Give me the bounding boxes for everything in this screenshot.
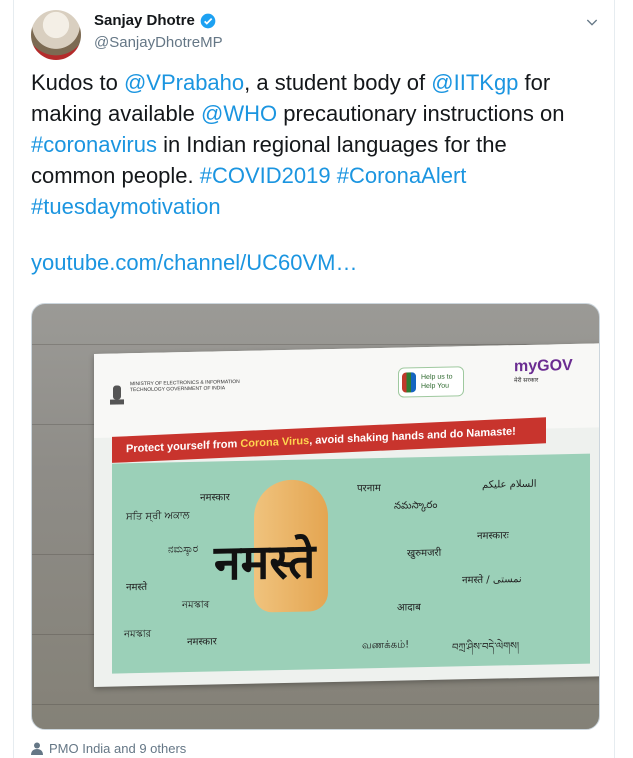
mygov-subtext: मेरी सरकार: [514, 377, 539, 385]
chevron-down-icon[interactable]: [584, 14, 600, 30]
main-greeting: नमस्ते: [214, 533, 316, 592]
banner-post: , avoid shaking hands and do Namaste!: [309, 425, 516, 447]
greeting-word: ਸਤਿ ਸ੍ਰੀ ਅਕਾਲ: [126, 509, 190, 523]
greeting-word: नमस्कार: [200, 492, 230, 504]
greeting-word: नमस्कारः: [477, 530, 509, 542]
tweet-entity-link[interactable]: #coronavirus: [31, 132, 157, 157]
greeting-word: བཀྲ་ཤིས་བདེ་ལེགས།: [452, 641, 520, 654]
tweet-entity-link[interactable]: @VPrabaho: [124, 70, 244, 95]
author-row: Sanjay Dhotre: [94, 12, 216, 29]
greeting-word: ನಮಸ್ಕಾರ: [168, 543, 199, 556]
greeting-word: नमस्कार: [187, 636, 217, 649]
tweet-entity-link[interactable]: @WHO: [201, 101, 277, 126]
helpus-text: Help us to Help You: [421, 373, 453, 391]
hands-logo-icon: [402, 372, 416, 393]
greeting-word: السلام عليكم: [482, 478, 537, 491]
greeting-word: खुरुमजरी: [407, 547, 442, 560]
greeting-word: வணக்கம்!: [362, 639, 410, 652]
tweet-card: Sanjay Dhotre @SanjayDhotreMP Kudos to @…: [13, 0, 615, 758]
verified-badge-icon: [200, 13, 216, 28]
tweet-entity-link[interactable]: #COVID2019: [200, 163, 331, 188]
greeting-word: নমস্কার: [124, 628, 152, 641]
person-icon: [31, 742, 43, 755]
tweet-link[interactable]: youtube.com/channel/UC60VM…: [31, 250, 358, 276]
greeting-word: नमस्ते / نمستی: [462, 574, 522, 587]
liked-by-row[interactable]: PMO India and 9 others: [31, 741, 186, 756]
banner-pre: Protect yourself from: [126, 438, 241, 456]
greeting-word: परनाम: [357, 482, 381, 495]
tweet-entity-link[interactable]: #CoronaAlert: [337, 163, 467, 188]
mygov-logo: myGOV मेरी सरकार: [514, 356, 573, 389]
greetings-panel: नमस्ते नमस्कार परनाम السلام عليكم ਸਤਿ ਸ੍…: [112, 453, 590, 674]
tweet-text: Kudos to @VPrabaho, a student body of @I…: [31, 67, 596, 222]
greeting-word: नमस्ते: [126, 581, 148, 594]
tweet-image[interactable]: MINISTRY OF ELECTRONICS & INFORMATION TE…: [31, 303, 600, 730]
user-handle[interactable]: @SanjayDhotreMP: [94, 34, 223, 51]
liked-by-text: PMO India and 9 others: [49, 741, 187, 756]
mygov-text: myGOV: [514, 356, 573, 376]
helpus-logo: Help us to Help You: [398, 366, 464, 398]
namaste-poster: MINISTRY OF ELECTRONICS & INFORMATION TE…: [94, 343, 599, 687]
tweet-entity-link[interactable]: #tuesdaymotivation: [31, 194, 221, 219]
tweet-entity-link[interactable]: @IITKgp: [431, 70, 518, 95]
ministry-label: MINISTRY OF ELECTRONICS & INFORMATION TE…: [130, 378, 240, 394]
tweet-text-segment: precautionary instructions on: [277, 101, 565, 126]
national-emblem-icon: [110, 385, 124, 405]
avatar[interactable]: [31, 10, 81, 60]
wall-line: [32, 704, 599, 705]
greeting-word: নমস্কাৰ: [182, 599, 210, 612]
display-name[interactable]: Sanjay Dhotre: [94, 12, 195, 29]
tweet-text-segment: Kudos to: [31, 70, 124, 95]
greeting-word: आदाब: [397, 602, 421, 614]
tweet-text-segment: , a student body of: [244, 70, 432, 95]
banner-highlight: Corona Virus: [240, 434, 310, 451]
greeting-word: నమస్కారం: [394, 499, 438, 512]
